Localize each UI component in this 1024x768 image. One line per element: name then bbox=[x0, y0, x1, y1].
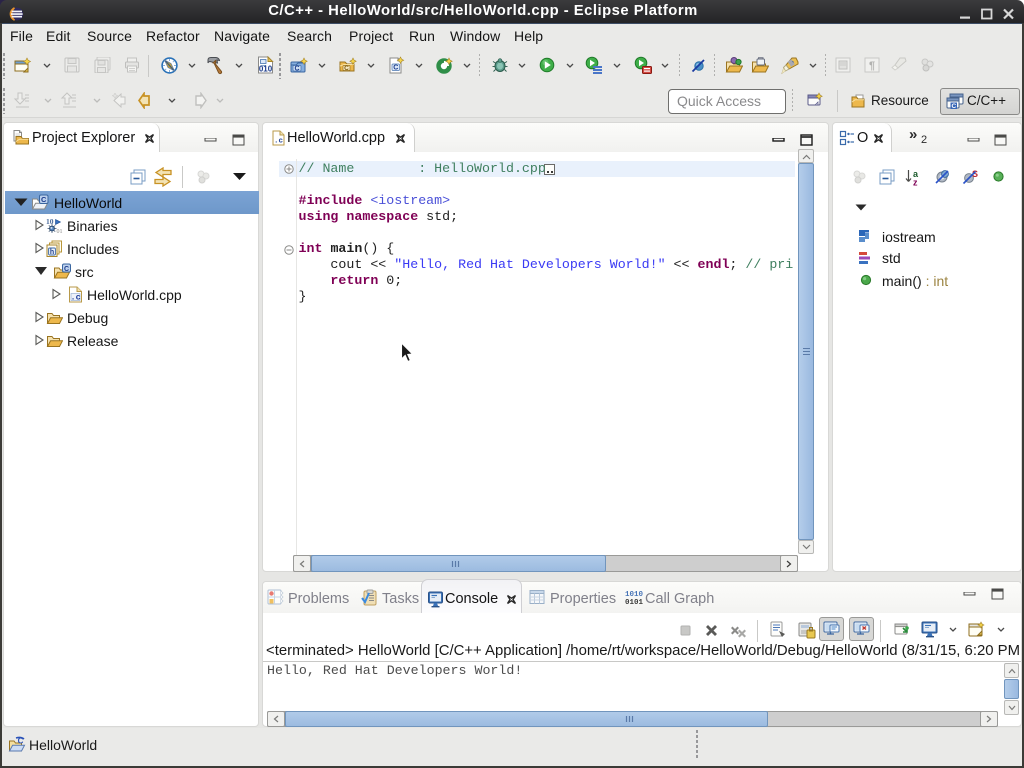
svg-text:.c: .c bbox=[274, 138, 284, 146]
svg-text:1010: 1010 bbox=[625, 591, 643, 599]
svg-text:h: h bbox=[50, 249, 54, 256]
svg-text:C: C bbox=[18, 737, 24, 746]
svg-text:C: C bbox=[294, 66, 299, 73]
svg-text:¶: ¶ bbox=[869, 60, 875, 72]
svg-text:z: z bbox=[913, 178, 918, 187]
svg-text:.c: .c bbox=[70, 293, 80, 303]
svg-text:10: 10 bbox=[46, 217, 54, 226]
svg-text:C: C bbox=[64, 266, 69, 273]
svg-text:C: C bbox=[951, 103, 956, 110]
svg-text:C: C bbox=[393, 65, 398, 72]
svg-text:01: 01 bbox=[57, 229, 63, 234]
svg-text:0101: 0101 bbox=[625, 599, 643, 606]
svg-text:010: 010 bbox=[259, 65, 273, 74]
svg-text:C: C bbox=[41, 195, 47, 204]
svg-text:C: C bbox=[344, 65, 349, 72]
